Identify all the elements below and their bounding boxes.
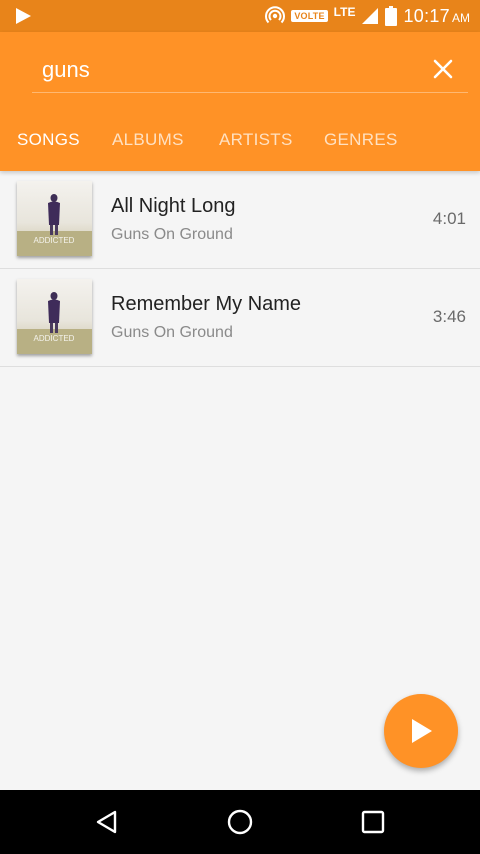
tab-songs[interactable]: SONGS: [17, 130, 80, 150]
song-title: All Night Long: [111, 195, 236, 217]
signal-icon: [362, 8, 379, 24]
tab-albums[interactable]: ALBUMS: [112, 130, 184, 150]
clock-time: 10:17: [403, 5, 450, 26]
search-underline: [32, 92, 468, 93]
play-store-icon: [16, 8, 31, 24]
tab-bar: SONGS ALBUMS ARTISTS GENRES: [0, 122, 480, 162]
album-art-text: ADDICTED: [34, 334, 75, 343]
song-duration: 4:01: [432, 209, 466, 228]
network-type: LTE: [333, 5, 356, 19]
song-title: Remember My Name: [111, 293, 302, 315]
tab-genres[interactable]: GENRES: [324, 130, 398, 150]
search-input[interactable]: [42, 54, 402, 86]
search-header: SONGS ALBUMS ARTISTS GENRES: [0, 32, 480, 171]
clock: 10:17 AM: [403, 6, 470, 27]
back-button[interactable]: [93, 808, 121, 836]
song-list: ADDICTED All Night Long Guns On Ground 4…: [0, 171, 480, 367]
volte-badge: VOLTE: [291, 10, 328, 22]
battery-icon: [385, 6, 398, 26]
play-icon: [412, 719, 432, 743]
clock-ampm: AM: [452, 10, 470, 25]
navigation-bar: [0, 790, 480, 854]
album-art-text: ADDICTED: [34, 236, 75, 245]
song-row[interactable]: ADDICTED Remember My Name Guns On Ground…: [0, 269, 480, 367]
close-icon: [433, 59, 453, 79]
play-all-button[interactable]: [384, 694, 458, 768]
song-row[interactable]: ADDICTED All Night Long Guns On Ground 4…: [0, 171, 480, 269]
hotspot-icon: [265, 6, 286, 24]
status-icons: VOLTE LTE 10:17 AM: [265, 0, 470, 32]
back-icon: [96, 810, 117, 834]
home-button[interactable]: [226, 808, 254, 836]
recents-button[interactable]: [359, 808, 387, 836]
song-duration: 3:46: [432, 307, 466, 326]
status-bar: VOLTE LTE 10:17 AM: [0, 0, 480, 32]
clear-search-button[interactable]: [428, 54, 458, 84]
tab-artists[interactable]: ARTISTS: [219, 130, 293, 150]
song-artist: Guns On Ground: [111, 324, 233, 341]
song-artist: Guns On Ground: [111, 226, 233, 243]
recents-icon: [361, 810, 385, 834]
album-art: ADDICTED: [17, 181, 92, 256]
home-icon: [227, 809, 253, 835]
album-art: ADDICTED: [17, 279, 92, 354]
